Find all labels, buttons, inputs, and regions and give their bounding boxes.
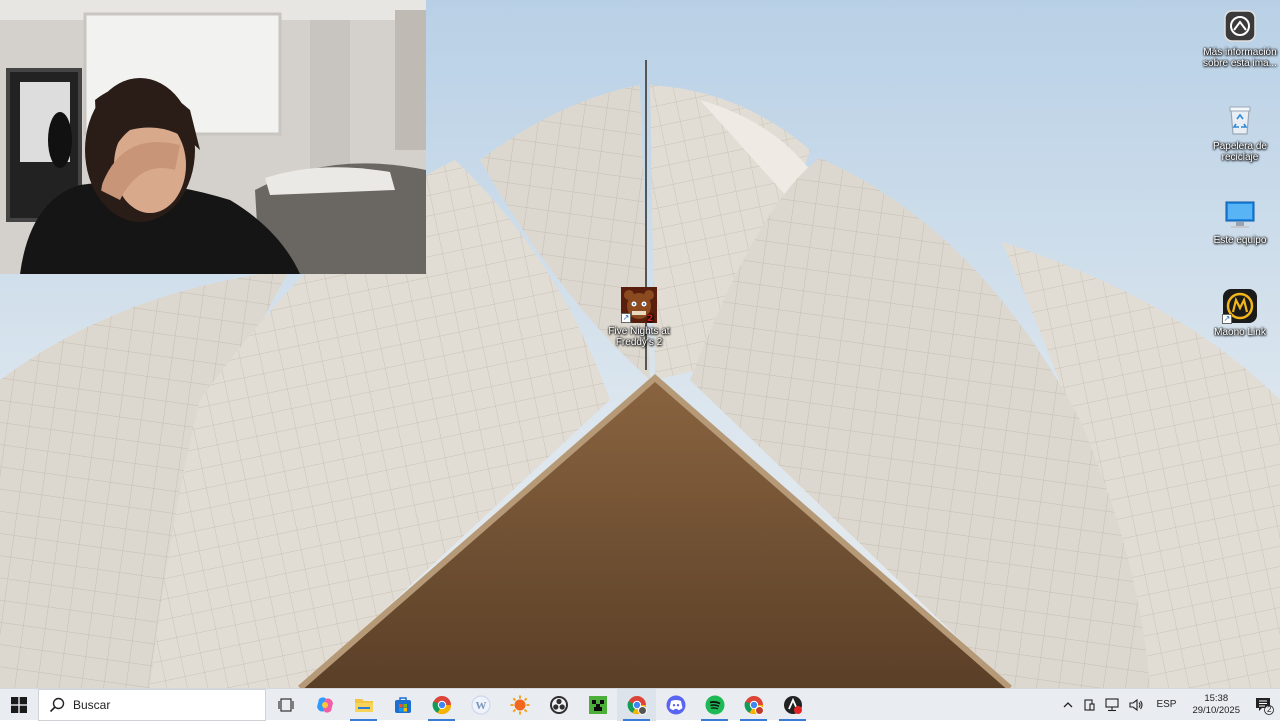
network-icon <box>1105 697 1119 711</box>
chevron-up-icon <box>1063 701 1073 707</box>
taskbar-obs[interactable] <box>539 689 578 721</box>
taskbar-file-explorer[interactable] <box>344 689 383 721</box>
tray-volume-button[interactable] <box>1124 689 1148 721</box>
clock-date: 29/10/2025 <box>1192 704 1240 716</box>
minecraft-icon <box>588 695 607 714</box>
taskbar-chrome-profile[interactable] <box>617 688 656 721</box>
tray-overflow-button[interactable] <box>1058 689 1078 721</box>
action-center-button[interactable]: 2 <box>1248 689 1280 721</box>
spotify-icon <box>705 695 724 714</box>
clock-time: 15:38 <box>1204 692 1229 704</box>
sun-app-icon <box>510 695 529 714</box>
computer-icon <box>1222 196 1258 232</box>
file-explorer-icon <box>354 698 373 712</box>
tray-device-button[interactable] <box>1078 689 1100 721</box>
taskbar-spotify[interactable] <box>695 689 734 721</box>
shortcut-arrow-icon: ↗ <box>1222 314 1232 324</box>
obs-icon <box>549 695 568 714</box>
desktop-icon-label: Papelera de reciclaje <box>1213 141 1267 163</box>
language-indicator: ESP <box>1156 699 1177 710</box>
svg-text:2: 2 <box>647 314 653 323</box>
desktop-icon-label: Este equipo <box>1213 235 1267 246</box>
desktop[interactable]: Más información sobre esta ima... Papele… <box>0 0 1280 688</box>
speaker-icon <box>1129 698 1143 711</box>
desktop-icon-label: Maono Link <box>1214 327 1266 338</box>
maono-link-icon: ↗ <box>1222 288 1258 324</box>
taskbar-record-app[interactable] <box>773 689 812 721</box>
shortcut-arrow-icon: ↗ <box>621 313 631 323</box>
taskbar-chrome[interactable] <box>422 689 461 721</box>
webcam-feed-image <box>0 0 426 274</box>
taskbar-clock[interactable]: 15:38 29/10/2025 <box>1184 693 1248 717</box>
word-app-icon: W <box>471 695 490 714</box>
taskbar: Buscar W ESP 15:38 29/10/2025 2 <box>0 688 1280 721</box>
tray-network-button[interactable] <box>1100 689 1124 721</box>
taskbar-search-box[interactable]: Buscar <box>38 688 266 721</box>
desktop-icon-label: Más información sobre esta ima... <box>1203 47 1277 69</box>
search-placeholder: Buscar <box>73 697 111 712</box>
device-icon <box>1084 698 1095 711</box>
svg-text:W: W <box>475 700 486 712</box>
taskbar-sun-app[interactable] <box>500 689 539 721</box>
webcam-overlay <box>0 0 426 274</box>
taskbar-minecraft[interactable] <box>578 689 617 721</box>
desktop-icon-recycle-bin[interactable]: Papelera de reciclaje <box>1202 102 1278 163</box>
taskbar-task-view[interactable] <box>266 689 305 721</box>
notification-count-badge: 2 <box>1267 704 1272 714</box>
task-view-icon <box>277 697 294 712</box>
taskbar-chrome-profile2[interactable] <box>734 689 773 721</box>
taskbar-discord[interactable] <box>656 689 695 721</box>
taskbar-copilot[interactable] <box>305 689 344 721</box>
tray-language-button[interactable]: ESP <box>1148 689 1184 721</box>
desktop-icon-fnaf2[interactable]: 2 ↗ Five Nights at Freddy's 2 <box>601 287 677 348</box>
copilot-icon <box>316 696 333 713</box>
record-app-icon <box>783 695 802 714</box>
camera-info-icon <box>1222 8 1258 44</box>
desktop-icon-label: Five Nights at Freddy's 2 <box>608 326 670 348</box>
recycle-bin-icon <box>1222 102 1258 138</box>
discord-icon <box>666 695 685 714</box>
taskbar-word-app[interactable]: W <box>461 689 500 721</box>
windows-logo-icon <box>11 696 27 713</box>
desktop-icon-more-info[interactable]: Más información sobre esta ima... <box>1202 8 1278 69</box>
chrome-profile2-icon <box>744 695 764 715</box>
search-icon <box>49 697 65 712</box>
desktop-icon-maono-link[interactable]: ↗ Maono Link <box>1202 288 1278 338</box>
store-icon <box>394 696 411 713</box>
chrome-icon <box>432 695 451 714</box>
taskbar-store[interactable] <box>383 689 422 721</box>
fnaf2-game-icon: 2 ↗ <box>621 287 657 324</box>
desktop-icon-this-pc[interactable]: Este equipo <box>1202 196 1278 246</box>
start-button[interactable] <box>0 689 38 721</box>
chrome-profile-icon <box>627 695 647 715</box>
system-tray: ESP 15:38 29/10/2025 2 <box>1058 689 1280 721</box>
